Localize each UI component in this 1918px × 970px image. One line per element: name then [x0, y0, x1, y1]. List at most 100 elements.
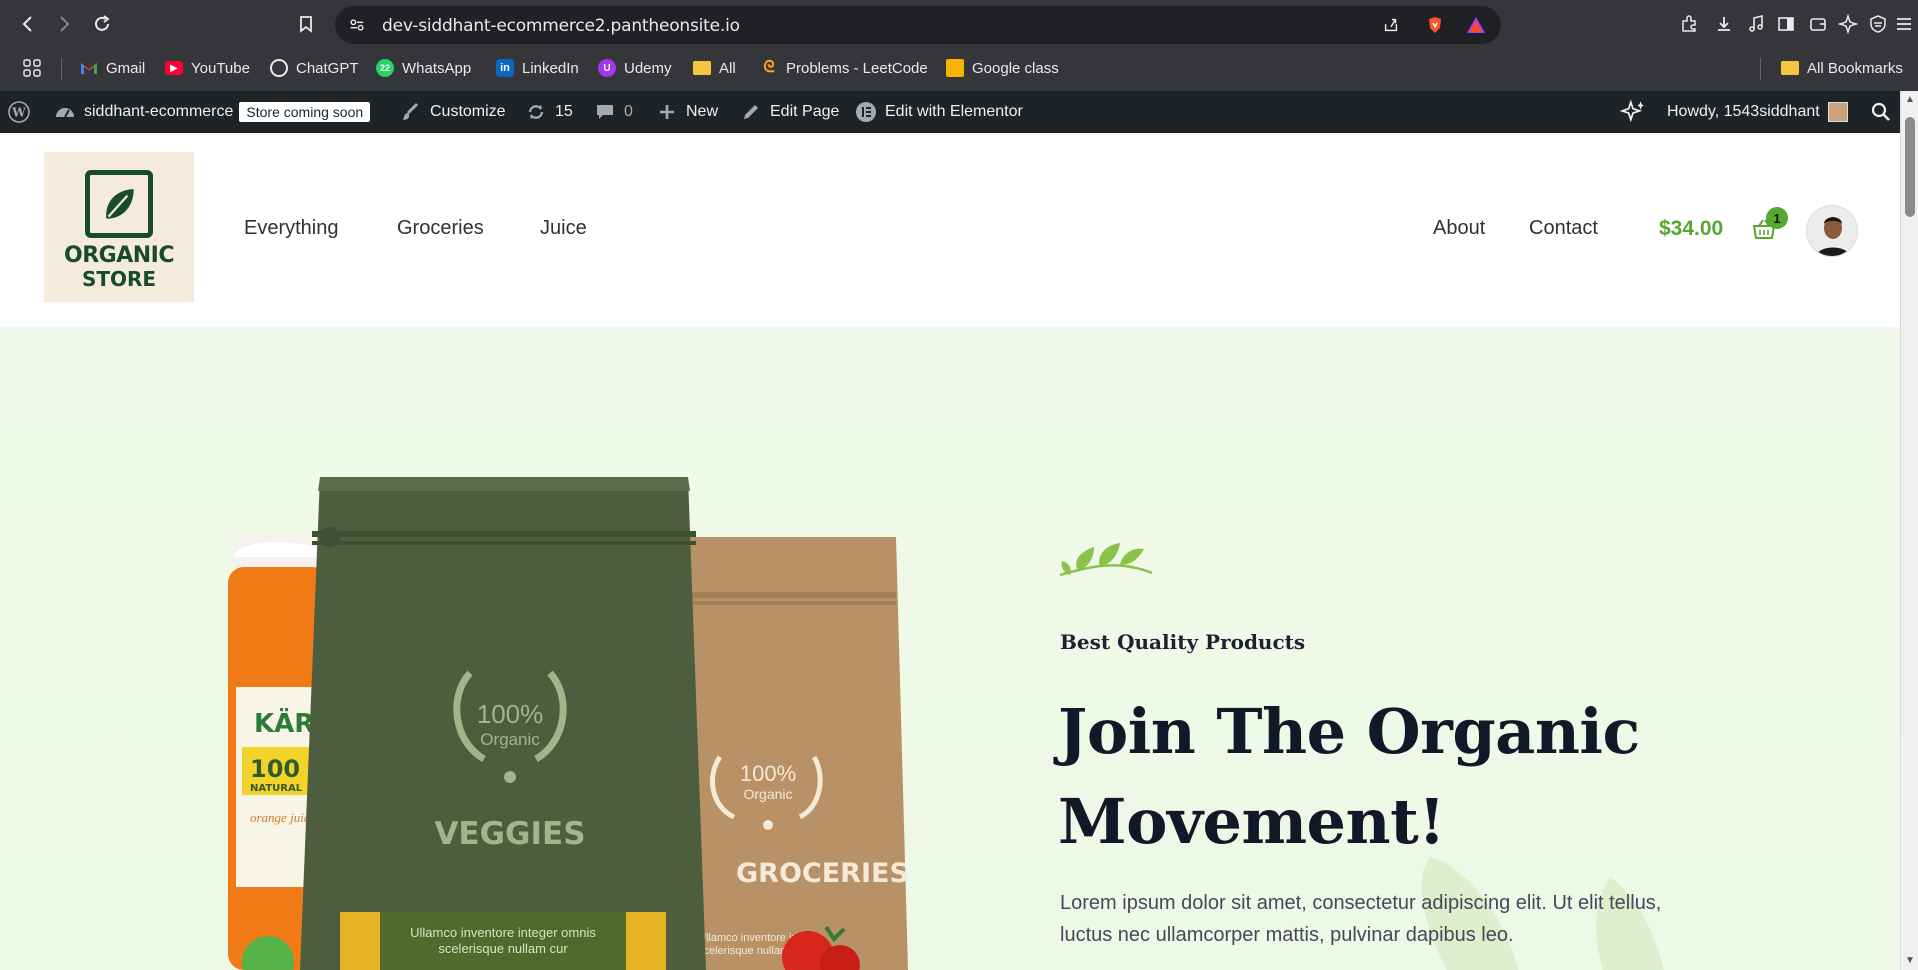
- wp-admin-bar: W siddhant-ecommerce Store coming soon C…: [0, 91, 1918, 133]
- gmail-icon: [80, 59, 98, 77]
- bookmark-label: LinkedIn: [522, 59, 579, 77]
- edit-page-label: Edit Page: [770, 103, 840, 120]
- hero-lead-text: Lorem ipsum dolor sit amet, consectetur …: [1060, 892, 1662, 946]
- user-avatar[interactable]: [1806, 205, 1858, 257]
- address-bar[interactable]: dev-siddhant-ecommerce2.pantheonsite.io: [335, 6, 1501, 44]
- bookmark-linkedin[interactable]: in LinkedIn: [496, 57, 579, 79]
- my-account-link[interactable]: Howdy, 1543siddhant: [1667, 91, 1848, 133]
- bookmark-label: All: [719, 59, 736, 77]
- svg-text:Organic: Organic: [480, 730, 540, 749]
- groceries-bag: 100% Organic GROCERIES Ullamco inventore…: [684, 537, 909, 970]
- bookmark-google-class[interactable]: Google class: [946, 57, 1059, 79]
- veggies-bag-label: Ullamco inventore integer omnis sceleris…: [410, 925, 596, 956]
- google-classroom-icon: [946, 59, 964, 77]
- bookmark-youtube[interactable]: ▶ YouTube: [165, 57, 250, 79]
- forward-arrow-icon: [60, 16, 70, 32]
- svg-text:Organic: Organic: [743, 786, 792, 802]
- comment-bubble-icon: [597, 105, 613, 119]
- logo-line-1: ORGANIC: [64, 243, 174, 268]
- reload-button[interactable]: [88, 10, 116, 38]
- wallet-icon[interactable]: [1804, 10, 1832, 38]
- veggies-bag: 100% Organic VEGGIES Ullamco inventore i…: [300, 477, 706, 970]
- scroll-thumb[interactable]: [1905, 117, 1915, 217]
- vpn-shield-icon[interactable]: [1864, 10, 1892, 38]
- svg-text:W: W: [11, 106, 26, 120]
- share-icon[interactable]: [1381, 15, 1401, 35]
- site-name: siddhant-ecommerce: [84, 103, 234, 120]
- nav-contact[interactable]: Contact: [1529, 217, 1598, 240]
- hero-eyebrow: Best Quality Products: [1060, 630, 1306, 654]
- back-arrow-icon: [22, 16, 32, 32]
- bookmark-label: Problems - LeetCode: [786, 59, 928, 77]
- all-bookmarks[interactable]: All Bookmarks: [1781, 57, 1903, 79]
- bookmark-gmail[interactable]: Gmail: [80, 57, 145, 79]
- site-name-link[interactable]: siddhant-ecommerce Store coming soon: [54, 91, 371, 133]
- bookmark-page-button[interactable]: [292, 10, 320, 38]
- bookmark-udemy[interactable]: U Udemy: [598, 57, 672, 79]
- edit-with-elementor-link[interactable]: Edit with Elementor: [855, 91, 1023, 133]
- plus-icon: [660, 105, 674, 119]
- customize-label: Customize: [430, 103, 506, 120]
- apps-grid-icon[interactable]: [22, 57, 42, 79]
- browser-nav-row: dev-siddhant-ecommerce2.pantheonsite.io: [0, 0, 1918, 48]
- bookmarks-separator: [1760, 58, 1761, 80]
- bookmark-chatgpt[interactable]: ChatGPT: [270, 57, 359, 79]
- scroll-down-arrow-icon[interactable]: ▼: [1905, 956, 1915, 966]
- pencil-icon: [744, 105, 758, 119]
- nav-about[interactable]: About: [1433, 217, 1485, 240]
- sidebar-icon[interactable]: [1772, 10, 1800, 38]
- chatgpt-icon: [270, 59, 288, 77]
- bookmark-whatsapp[interactable]: 22 WhatsApp: [376, 57, 471, 79]
- site-logo[interactable]: ORGANIC STORE: [44, 152, 194, 302]
- media-icon[interactable]: [1742, 10, 1770, 38]
- download-icon[interactable]: [1710, 10, 1738, 38]
- brave-rewards-icon[interactable]: [1466, 15, 1486, 35]
- bookmark-leetcode[interactable]: ᘓ Problems - LeetCode: [760, 57, 928, 79]
- brave-shields-icon[interactable]: [1425, 15, 1445, 35]
- hero-section: KÄRT 100 NATURAL orange juice 100% Organ…: [0, 327, 1900, 970]
- leetcode-icon: ᘓ: [763, 59, 775, 76]
- url-text[interactable]: dev-siddhant-ecommerce2.pantheonsite.io: [382, 16, 740, 36]
- edit-with-elementor-label: Edit with Elementor: [885, 103, 1023, 120]
- menu-icon[interactable]: [1890, 10, 1918, 38]
- linkedin-icon: in: [496, 59, 514, 77]
- leo-ai-icon[interactable]: [1834, 10, 1862, 38]
- svg-text:100: 100: [250, 755, 300, 783]
- ai-sparkle-icon[interactable]: [1620, 91, 1654, 133]
- nav-groceries[interactable]: Groceries: [397, 217, 484, 240]
- store-coming-soon-badge[interactable]: Store coming soon: [239, 102, 371, 122]
- site-header: ORGANIC STORE Everything Groceries Juice…: [0, 133, 1900, 327]
- elementor-icon: [856, 102, 876, 122]
- forward-button[interactable]: [50, 10, 78, 38]
- folder-icon: [693, 61, 711, 75]
- wordpress-logo-icon[interactable]: W: [8, 91, 38, 133]
- comments-link[interactable]: 0: [594, 91, 633, 133]
- svg-text:100%: 100%: [477, 699, 544, 729]
- page-scrollbar[interactable]: ▲ ▼: [1900, 91, 1918, 970]
- updates-icon: [528, 105, 544, 119]
- scroll-up-arrow-icon[interactable]: ▲: [1905, 95, 1915, 105]
- nav-everything[interactable]: Everything: [244, 217, 339, 240]
- comments-count: 0: [624, 103, 633, 120]
- extensions-icon[interactable]: [1675, 10, 1703, 38]
- svg-text:NATURAL: NATURAL: [250, 783, 303, 794]
- nav-juice[interactable]: Juice: [540, 217, 587, 240]
- back-button[interactable]: [14, 10, 42, 38]
- new-label: New: [686, 103, 719, 120]
- all-bookmarks-label: All Bookmarks: [1807, 59, 1903, 77]
- bookmark-label: Udemy: [624, 59, 672, 77]
- cart-count-badge: 1: [1766, 207, 1788, 229]
- udemy-icon: U: [598, 59, 616, 77]
- updates-link[interactable]: 15: [525, 91, 573, 133]
- svg-text:VEGGIES: VEGGIES: [434, 816, 585, 852]
- edit-page-link[interactable]: Edit Page: [740, 91, 839, 133]
- search-icon[interactable]: [1870, 91, 1900, 133]
- cart-total[interactable]: $34.00: [1659, 217, 1723, 241]
- site-settings-icon[interactable]: [347, 15, 367, 35]
- svg-text:GROCERIES: GROCERIES: [736, 858, 909, 889]
- avatar: [1827, 102, 1848, 122]
- new-content-link[interactable]: New: [656, 91, 718, 133]
- bookmark-folder-all[interactable]: All: [693, 57, 736, 79]
- customize-link[interactable]: Customize: [400, 91, 506, 133]
- logo-line-2: STORE: [81, 267, 157, 291]
